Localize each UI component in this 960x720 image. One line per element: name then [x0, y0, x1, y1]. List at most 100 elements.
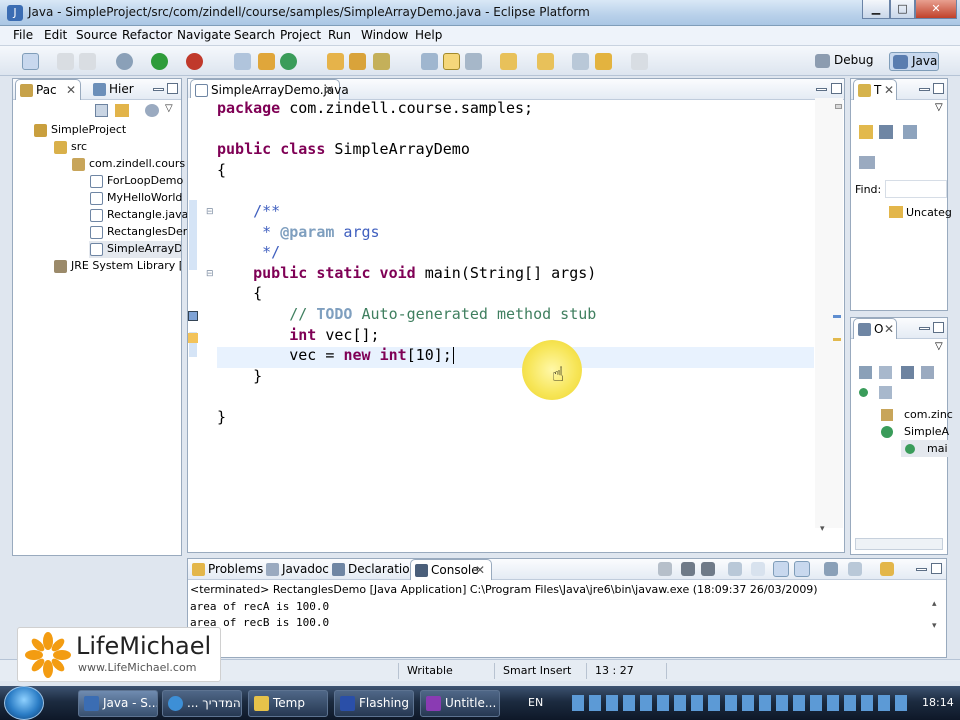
tab-task-list[interactable]: T ✕ [853, 79, 897, 100]
tab-problems[interactable]: Problems [188, 559, 263, 580]
fold-icon[interactable]: ⊟ [206, 269, 214, 279]
menu-search[interactable]: Search [234, 28, 275, 42]
outline-item[interactable]: com.zinc [904, 408, 953, 421]
next-annotation-icon[interactable] [500, 53, 517, 70]
perspective-debug[interactable]: Debug [812, 52, 884, 71]
show-whitespace-icon[interactable] [465, 53, 482, 70]
new-icon[interactable] [22, 53, 39, 70]
new-java-project-icon[interactable] [234, 53, 251, 70]
print-icon[interactable] [79, 53, 96, 70]
maximize-view-icon[interactable] [931, 563, 942, 574]
scroll-lock-icon[interactable] [751, 562, 765, 576]
menu-source[interactable]: Source [76, 28, 117, 42]
taskbar-item-java[interactable]: Java - S... [78, 690, 158, 717]
last-edit-location-icon[interactable] [572, 53, 589, 70]
menu-help[interactable]: Help [415, 28, 442, 42]
clock[interactable]: 18:14 [922, 686, 954, 720]
warning-marker-icon[interactable] [188, 333, 198, 343]
close-tab-icon[interactable]: ✕ [884, 80, 894, 100]
overview-marker[interactable] [833, 338, 841, 341]
tree-item-package[interactable]: com.zindell.cours [71, 156, 185, 173]
minimize-view-icon[interactable] [816, 88, 827, 91]
view-menu-icon[interactable]: ▽ [165, 103, 173, 114]
tree-item-project[interactable]: SimpleProject [33, 122, 126, 139]
terminate-icon[interactable] [658, 562, 672, 576]
clear-console-icon[interactable] [728, 562, 742, 576]
open-type-icon[interactable] [327, 53, 344, 70]
scroll-down-icon[interactable]: ▾ [932, 621, 937, 631]
close-tab-icon[interactable]: ✕ [475, 560, 485, 580]
toggle-mark-occurrences-icon[interactable] [443, 53, 460, 70]
save-icon[interactable] [57, 53, 74, 70]
display-console-icon[interactable] [848, 562, 862, 576]
maximize-view-icon[interactable] [167, 83, 178, 94]
close-button[interactable]: ✕ [915, 0, 957, 19]
menu-file[interactable]: File [13, 28, 33, 42]
collapse-all-icon[interactable] [95, 104, 108, 117]
menu-edit[interactable]: Edit [44, 28, 67, 42]
hide-local-types-icon[interactable] [879, 386, 892, 399]
close-tab-icon[interactable]: ✕ [66, 80, 76, 100]
outline-item[interactable]: mai [927, 442, 948, 455]
tab-outline[interactable]: O ✕ [853, 318, 897, 339]
taskbar-item-flashing[interactable]: Flashing [334, 690, 414, 717]
menu-project[interactable]: Project [280, 28, 321, 42]
run-icon[interactable] [151, 53, 168, 70]
start-button[interactable] [4, 686, 44, 720]
tab-console[interactable]: Console ✕ [410, 559, 492, 580]
sort-icon[interactable] [859, 366, 872, 379]
remove-launch-icon[interactable] [681, 562, 695, 576]
hide-nonpublic-icon[interactable] [921, 366, 934, 379]
overview-marker[interactable] [833, 315, 841, 318]
pin-console-icon[interactable] [824, 562, 838, 576]
task-marker-icon[interactable] [188, 311, 198, 321]
tree-item-file-selected[interactable]: SimpleArrayDe [89, 241, 181, 258]
minimize-button[interactable]: ▁ [862, 0, 890, 19]
maximize-view-icon[interactable] [933, 322, 944, 333]
close-tab-icon[interactable]: ✕ [324, 80, 334, 100]
hide-static-icon[interactable] [901, 366, 914, 379]
tree-item-src[interactable]: src [53, 139, 87, 156]
menu-window[interactable]: Window [361, 28, 408, 42]
minimize-view-icon[interactable] [919, 327, 930, 330]
tab-declaration[interactable]: Declaration [328, 559, 417, 580]
scroll-down-icon[interactable]: ▾ [820, 524, 825, 534]
open-console-icon[interactable] [880, 562, 894, 576]
taskbar-item-untitled[interactable]: Untitle... [420, 690, 500, 717]
minimize-view-icon[interactable] [916, 568, 927, 571]
tab-hierarchy[interactable]: Hier [89, 79, 153, 100]
menu-run[interactable]: Run [328, 28, 351, 42]
editor-tab[interactable]: SimpleArrayDemo.java ✕ [190, 79, 349, 100]
system-tray-icons[interactable] [572, 695, 912, 711]
fold-icon[interactable]: ⊟ [206, 207, 214, 217]
outline-item[interactable]: SimpleA [904, 425, 949, 438]
taskbar-item-temp[interactable]: Temp [248, 690, 328, 717]
menu-navigate[interactable]: Navigate [177, 28, 231, 42]
category-item[interactable]: Uncateg [906, 206, 952, 219]
maximize-view-icon[interactable] [831, 83, 842, 94]
taskbar-item-ie[interactable]: ... המדריך [162, 690, 242, 717]
show-on-stderr-icon[interactable] [794, 561, 810, 577]
remove-all-icon[interactable] [701, 562, 715, 576]
search-icon[interactable] [349, 53, 366, 70]
show-on-stdout-icon[interactable] [773, 561, 789, 577]
external-tools-icon[interactable] [186, 53, 203, 70]
find-input[interactable] [885, 180, 947, 198]
tree-item-jre[interactable]: JRE System Library [jre [53, 258, 181, 275]
new-class-icon[interactable] [280, 53, 297, 70]
filter-icon[interactable] [145, 104, 159, 117]
menu-refactor[interactable]: Refactor [122, 28, 172, 42]
tree-item-file[interactable]: RectanglesDer [89, 224, 187, 241]
perspective-java[interactable]: Java [889, 52, 939, 71]
forward-icon[interactable] [631, 53, 648, 70]
tree-item-file[interactable]: Rectangle.java [89, 207, 188, 224]
public-icon[interactable] [859, 388, 868, 397]
new-task-icon[interactable] [859, 125, 873, 139]
maximize-button[interactable]: □ [890, 0, 915, 19]
language-indicator[interactable]: EN [528, 686, 543, 720]
minimize-view-icon[interactable] [153, 88, 164, 91]
view-menu-icon[interactable]: ▽ [935, 102, 943, 113]
scroll-up-icon[interactable]: ▴ [932, 599, 937, 609]
tab-javadoc[interactable]: Javadoc [262, 559, 329, 580]
debug-icon[interactable] [116, 53, 133, 70]
